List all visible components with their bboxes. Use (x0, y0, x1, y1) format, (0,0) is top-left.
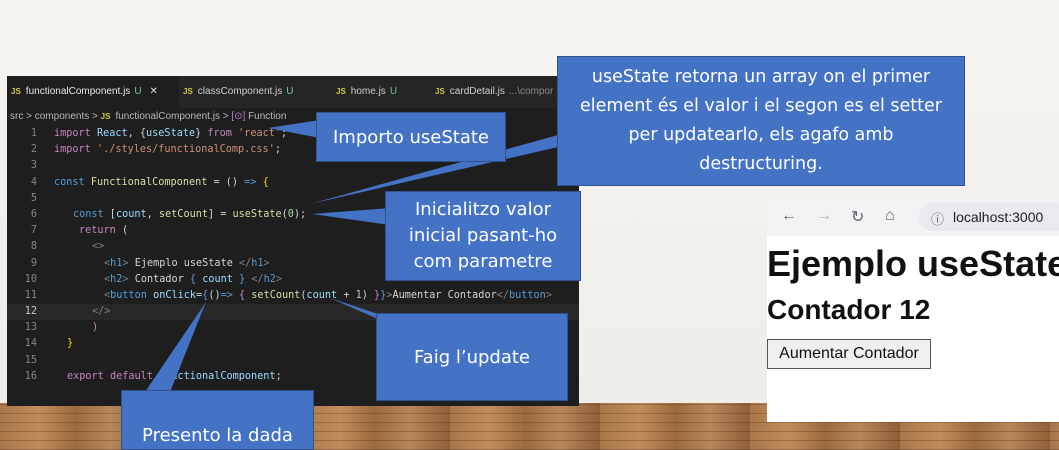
callout-initial-value: Inicialitzo valor inicial pasant-ho com … (385, 191, 581, 281)
callout-text: Presento la dada (142, 425, 293, 446)
callout-import: Importo useState (316, 112, 506, 162)
pointer-present (145, 302, 206, 392)
callout-present: Presento la dada (121, 390, 314, 450)
callout-text: Importo useState (333, 126, 489, 148)
callout-text: useState retorna un array on el primer e… (580, 67, 942, 174)
callout-usestate-array: useState retorna un array on el primer e… (557, 56, 965, 186)
pointer-import (268, 120, 320, 138)
callout-update: Faig l’update (376, 313, 568, 401)
pointer-init (312, 208, 390, 225)
callout-text: Faig l’update (413, 346, 531, 368)
callout-text: Inicialitzo valor inicial pasant-ho com … (408, 199, 558, 272)
